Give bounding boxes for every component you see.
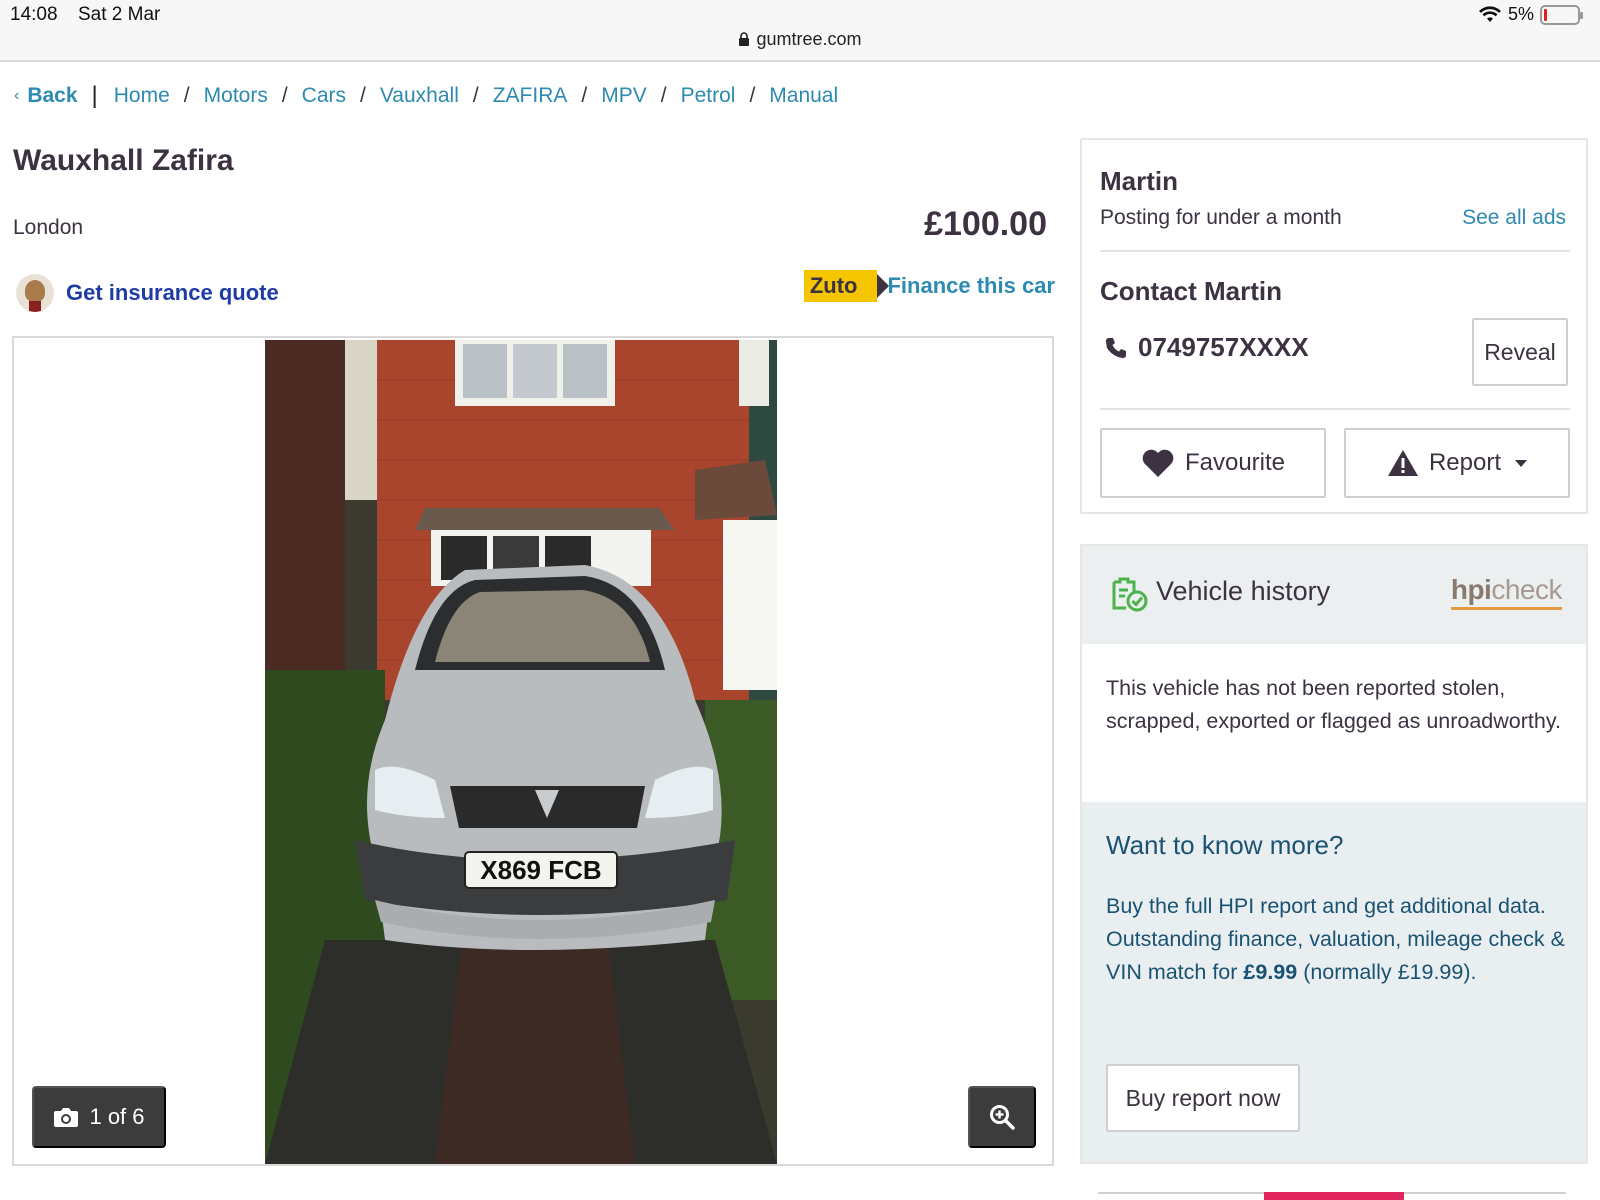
heart-icon	[1142, 449, 1174, 477]
photo-gallery[interactable]: X869 FCB 1 of 6	[12, 336, 1054, 1166]
report-button[interactable]: Report	[1344, 428, 1570, 498]
finance-label: Finance this car	[887, 273, 1055, 298]
report-price: £9.99	[1243, 960, 1298, 984]
vehicle-history-title: Vehicle history	[1156, 576, 1331, 606]
seller-card: Martin Posting for under a month See all…	[1080, 138, 1588, 514]
breadcrumb-manual[interactable]: Manual	[769, 84, 838, 108]
status-indicators: 5%	[1478, 4, 1583, 25]
battery-percent: 5%	[1507, 4, 1534, 24]
breadcrumb-separator: /	[183, 84, 190, 107]
breadcrumb-separator: /	[660, 84, 667, 107]
breadcrumb-divider: |	[91, 82, 98, 109]
hpi-logo-light: check	[1491, 574, 1562, 605]
reveal-phone-button[interactable]: Reveal	[1472, 318, 1568, 386]
ad-location: London	[13, 216, 84, 239]
warning-icon	[1387, 450, 1418, 476]
status-date: Sat 2 Mar	[78, 4, 161, 25]
breadcrumb-mpv[interactable]: MPV	[601, 84, 647, 108]
number-plate: X869 FCB	[480, 855, 601, 885]
photo-counter-button[interactable]: 1 of 6	[32, 1086, 166, 1148]
address-bar[interactable]: gumtree.com	[0, 29, 1600, 50]
status-time: 14:08	[10, 4, 58, 25]
breadcrumb-separator: /	[749, 84, 756, 107]
seller-name: Martin	[1100, 166, 1178, 196]
ad-title: Wauxhall Zafira	[13, 144, 234, 177]
breadcrumb-petrol[interactable]: Petrol	[681, 84, 736, 108]
back-label: Back	[27, 84, 78, 107]
breadcrumb-separator: /	[360, 84, 366, 107]
zoom-in-icon	[990, 1105, 1015, 1130]
hpi-upsell: Want to know more? Buy the full HPI repo…	[1082, 802, 1586, 1162]
zuto-logo-text: Zuto	[809, 273, 858, 298]
seller-posting-duration: Posting for under a month	[1100, 206, 1342, 229]
finance-link[interactable]: Zuto Finance this car	[803, 270, 1055, 302]
url-text: gumtree.com	[756, 29, 862, 49]
more-line-2-post: (normally £19.99).	[1297, 960, 1477, 984]
breadcrumb-separator: /	[472, 84, 479, 107]
phone-number: 0749757XXXX	[1138, 332, 1309, 362]
hpi-check-logo: hpicheck	[1450, 574, 1562, 610]
next-section-edge	[1098, 1192, 1566, 1200]
contact-title: Contact Martin	[1100, 276, 1282, 306]
battery-icon	[1540, 4, 1583, 25]
see-all-ads-link[interactable]: See all ads	[1462, 206, 1566, 230]
insurance-quote-link[interactable]: Get insurance quote	[16, 274, 279, 312]
more-text: Buy the full HPI report and get addition…	[1106, 890, 1566, 989]
breadcrumb-separator: /	[581, 84, 588, 107]
ad-price: £100.00	[924, 205, 1047, 243]
camera-icon	[54, 1108, 79, 1127]
more-line-1: Buy the full HPI report and get addition…	[1106, 894, 1546, 918]
breadcrumb: ‹ Back | Home / Motors / Cars / Vauxhall …	[14, 82, 838, 110]
breadcrumb-separator: /	[281, 84, 288, 107]
car-photo[interactable]: X869 FCB	[265, 340, 777, 1164]
vehicle-history-card: Vehicle history hpicheck This vehicle ha…	[1080, 544, 1588, 1164]
car-photo-image: X869 FCB	[265, 340, 777, 1164]
zoom-button[interactable]	[968, 1086, 1036, 1148]
breadcrumb-zafira[interactable]: ZAFIRA	[493, 84, 568, 108]
status-bar: 14:08 Sat 2 Mar 5% gumtree.com	[0, 0, 1600, 62]
zuto-logo: Zuto	[803, 270, 890, 302]
clipboard-check-icon	[1112, 577, 1148, 612]
divider	[1100, 250, 1570, 252]
phone-icon	[1106, 337, 1126, 358]
favourite-button[interactable]: Favourite	[1100, 428, 1326, 498]
insurance-quote-label: Get insurance quote	[66, 280, 279, 305]
breadcrumb-vauxhall[interactable]: Vauxhall	[380, 84, 459, 108]
more-title: Want to know more?	[1106, 830, 1344, 860]
hpi-logo-bold: hpi	[1450, 574, 1492, 605]
phone-row: 0749757XXXX	[1104, 332, 1309, 363]
meerkat-icon	[16, 274, 54, 312]
zuto-arrow-icon	[877, 274, 890, 298]
vehicle-history-header: Vehicle history hpicheck	[1082, 546, 1586, 644]
vehicle-status-text: This vehicle has not been reported stole…	[1106, 676, 1561, 733]
lock-icon	[739, 32, 750, 46]
photo-counter: 1 of 6	[89, 1104, 145, 1129]
chevron-left-icon: ‹	[14, 87, 20, 104]
caret-down-icon	[1515, 459, 1528, 467]
breadcrumb-cars[interactable]: Cars	[302, 84, 346, 108]
buy-report-button[interactable]: Buy report now	[1106, 1064, 1300, 1132]
next-section-accent	[1264, 1192, 1404, 1200]
wifi-icon	[1478, 5, 1501, 22]
divider	[1100, 408, 1570, 410]
favourite-label: Favourite	[1184, 449, 1286, 476]
breadcrumb-motors[interactable]: Motors	[204, 84, 268, 108]
report-label: Report	[1428, 449, 1502, 476]
breadcrumb-home[interactable]: Home	[114, 84, 170, 108]
back-link[interactable]: ‹ Back	[14, 84, 78, 108]
